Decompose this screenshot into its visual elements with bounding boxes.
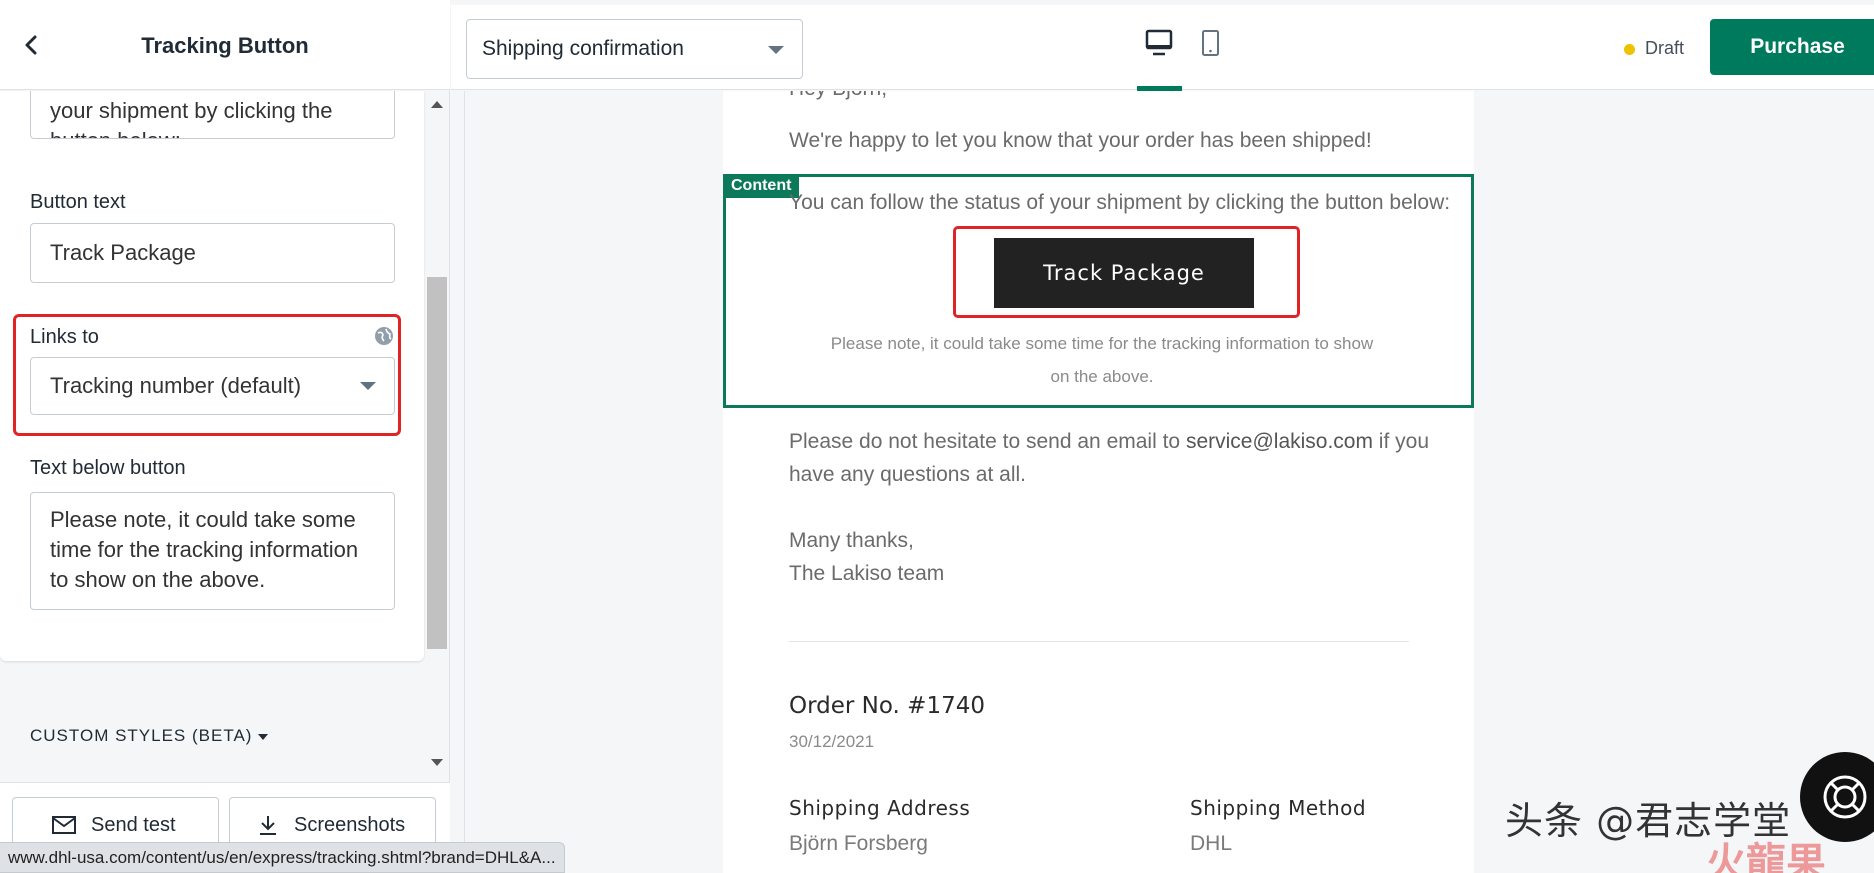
links-to-select[interactable]: Tracking number (default) [30, 357, 395, 415]
text-below-label: Text below button [30, 457, 186, 479]
shipping-address-value: Björn Forsberg [789, 832, 928, 855]
chevron-down-icon [360, 382, 376, 390]
globe-icon[interactable] [374, 326, 394, 346]
scroll-up-arrow-icon[interactable] [431, 101, 443, 108]
email-signoff: Many thanks, The Lakiso team [789, 524, 944, 590]
button-text-label: Button text [30, 191, 126, 213]
shipping-method-value: DHL [1190, 832, 1233, 855]
track-package-button[interactable]: Track Package [994, 238, 1254, 308]
order-number: Order No. #1740 [789, 693, 985, 719]
custom-styles-label: CUSTOM STYLES (BETA) [30, 726, 253, 745]
shipping-method-label: Shipping Method [1190, 796, 1367, 820]
email-preview-area: Hey Björn, We're happy to let you know t… [451, 91, 1874, 873]
email-contact-text: Please do not hesitate to send an email … [789, 425, 1449, 491]
email-divider [789, 641, 1409, 642]
chevron-down-icon [768, 46, 784, 54]
text-above-button-field[interactable]: your shipment by clicking the button bel… [30, 91, 395, 139]
status-dot [1624, 43, 1635, 55]
download-icon [260, 816, 276, 835]
settings-card: your shipment by clicking the button bel… [0, 91, 424, 661]
text-above-button-value: your shipment by clicking the button bel… [50, 98, 333, 138]
template-select[interactable]: Shipping confirmation [466, 19, 803, 79]
editor-topbar: Shipping confirmation Draft Purchase [451, 5, 1874, 91]
mobile-icon[interactable] [1191, 23, 1231, 65]
shipping-address-label: Shipping Address [789, 796, 971, 820]
status-badge: Draft [1624, 38, 1684, 59]
sidebar-title: Tracking Button [141, 33, 309, 58]
contact-email-link[interactable]: service@lakiso.com [1186, 430, 1373, 453]
email-shipped-text: We're happy to let you know that your or… [789, 129, 1372, 152]
signoff-line-1: Many thanks, [789, 529, 914, 552]
signoff-line-2: The Lakiso team [789, 562, 945, 585]
watermark-logo: 火龍果 [1706, 840, 1826, 873]
content-badge: Content [723, 174, 800, 198]
caret-down-icon [258, 733, 269, 740]
contact-text-before: Please do not hesitate to send an email … [789, 430, 1186, 453]
purchase-button[interactable]: Purchase [1710, 19, 1874, 75]
sidebar-scrollbar[interactable] [427, 91, 447, 781]
template-select-value: Shipping confirmation [482, 37, 684, 60]
mail-icon [52, 816, 76, 834]
email-greeting: Hey Björn, [789, 91, 887, 101]
email-note-text: Please note, it could take some time for… [830, 334, 1374, 386]
settings-sidebar: Tracking Button your shipment by clickin… [0, 0, 450, 873]
desktop-icon[interactable] [1136, 23, 1182, 65]
scrollbar-thumb[interactable] [427, 277, 447, 649]
status-label: Draft [1645, 38, 1685, 58]
status-bar-url: www.dhl-usa.com/content/us/en/express/tr… [0, 842, 565, 873]
content-block[interactable]: Content You can follow the status of you… [723, 174, 1474, 408]
links-to-label: Links to [30, 326, 99, 348]
text-below-textarea[interactable]: Please note, it could take some time for… [30, 492, 395, 610]
links-to-value: Tracking number (default) [50, 373, 302, 398]
preview-scroll-track [451, 91, 465, 873]
chevron-left-icon[interactable] [16, 30, 46, 60]
custom-styles-toggle[interactable]: CUSTOM STYLES (BETA) [30, 726, 269, 746]
sidebar-header: Tracking Button [0, 0, 450, 90]
email-body: Hey Björn, We're happy to let you know t… [723, 91, 1474, 873]
scroll-down-arrow-icon[interactable] [431, 759, 443, 766]
button-text-input[interactable]: Track Package [30, 223, 395, 283]
email-follow-text: You can follow the status of your shipme… [789, 191, 1451, 214]
order-date: 30/12/2021 [789, 732, 875, 751]
